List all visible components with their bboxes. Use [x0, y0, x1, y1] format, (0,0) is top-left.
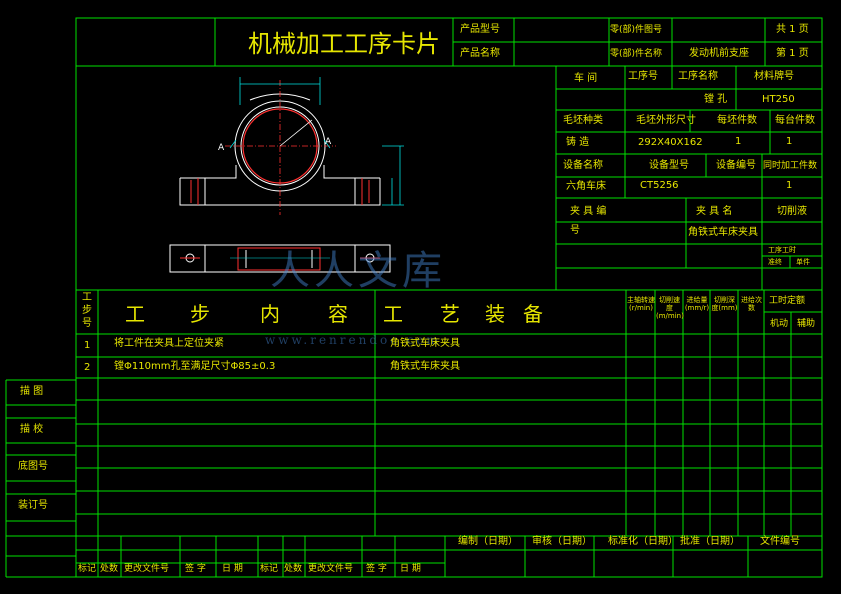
footer-date-1: 日 期: [222, 564, 243, 574]
equip-label-1: 工: [383, 302, 403, 326]
equip-label-3: 装: [485, 302, 505, 326]
time-aux-label: 辅助: [797, 319, 816, 329]
equip-no-label: 设备编号: [716, 160, 756, 171]
equip-name-value: 六角车床: [566, 181, 606, 192]
material-label: 材料牌号: [754, 71, 794, 82]
side-label-trace: 描 图: [20, 386, 44, 397]
per-blank-value: 1: [735, 136, 742, 147]
side-label-check: 描 校: [20, 424, 44, 435]
footer-change-doc-2: 更改文件号: [308, 564, 354, 574]
fixture-name-label: 夹 具 名: [696, 206, 733, 217]
section-label-a-left: A: [218, 143, 225, 153]
total-pages: 共 1 页: [776, 24, 809, 35]
footer-design: 编制（日期）: [458, 536, 518, 547]
equip-name-label: 设备名称: [563, 160, 603, 171]
blank-size-label: 毛坯外形尺寸: [636, 115, 696, 126]
equip-label-2: 艺: [440, 302, 460, 326]
footer-mark-2: 标记: [260, 564, 279, 574]
per-blank-label: 每坯件数: [717, 115, 757, 126]
passes-label: 进给次数: [741, 296, 762, 313]
feed-label: 进给量(mm/r): [684, 296, 710, 313]
footer-doc-no: 文件编号: [760, 536, 800, 547]
equip-model-label: 设备型号: [649, 160, 689, 171]
side-label-binding-no: 装订号: [18, 500, 48, 511]
per-unit-label: 每台件数: [775, 115, 815, 126]
time-machine-label: 机动: [770, 319, 789, 329]
footer-change-doc-1: 更改文件号: [124, 564, 170, 574]
step-2-equip: 角铁式车床夹具: [390, 361, 460, 372]
watermark-logo: 人人文库: [270, 248, 446, 294]
part-name-label: 零(部)件名称: [610, 49, 663, 59]
section-label-a-right: A: [325, 137, 332, 147]
footer-count-2: 处数: [284, 564, 303, 574]
material-value: HT250: [762, 94, 795, 105]
step-2-no: 2: [84, 362, 91, 373]
per-unit-value: 1: [786, 136, 793, 147]
side-label-base-no: 底图号: [18, 461, 48, 472]
footer-sign-2: 签 字: [366, 564, 387, 574]
product-name-label: 产品名称: [460, 48, 500, 59]
content-label-1: 工: [125, 302, 145, 326]
simul-value: 1: [786, 180, 793, 191]
depth-label: 切削深度(mm): [711, 296, 738, 313]
footer-approve: 批准（日期）: [680, 536, 740, 547]
workshop-label: 车 间: [574, 73, 598, 84]
op-name-label: 工序名称: [678, 71, 718, 82]
spindle-label: 主轴转速(r/min): [627, 296, 655, 313]
footer-review: 审核（日期）: [532, 536, 592, 547]
dimension-lines: [225, 77, 404, 215]
step-2-content: 镗Φ110mm孔至满足尺寸Φ85±0.3: [114, 361, 276, 372]
simul-label: 同时加工件数: [763, 161, 818, 171]
op-time-unit: 单件: [796, 258, 810, 266]
content-label-2: 步: [190, 302, 210, 326]
blank-type-label: 毛坯种类: [563, 115, 603, 126]
blank-type-value: 铸 造: [566, 137, 590, 148]
op-no-label: 工序号: [628, 71, 658, 82]
equip-label-4: 备: [523, 302, 543, 326]
op-time-prep: 准终: [768, 258, 782, 266]
footer-date-2: 日 期: [400, 564, 421, 574]
time-quota-label: 工时定额: [769, 296, 806, 306]
step-1-equip: 角铁式车床夹具: [390, 338, 460, 349]
step-1-content: 将工件在夹具上定位夹紧: [114, 338, 224, 349]
part-no-label: 零(部)件图号: [610, 25, 663, 35]
footer-sign-1: 签 字: [185, 564, 206, 574]
content-label-4: 容: [328, 302, 348, 326]
footer-count-1: 处数: [100, 564, 119, 574]
op-time-label: 工序工时: [768, 246, 796, 254]
fixture-no-label: 夹 具 编: [570, 206, 607, 217]
fixture-no-label-2: 号: [570, 225, 580, 236]
cutting-speed-label: 切削速度(m/min): [656, 296, 684, 321]
step-no-label: 工步号: [82, 292, 92, 329]
footer-mark-1: 标记: [78, 564, 97, 574]
product-model-label: 产品型号: [460, 24, 500, 35]
equip-model-value: CT5256: [640, 180, 679, 191]
step-1-no: 1: [84, 340, 91, 351]
page-number: 第 1 页: [776, 48, 809, 59]
coolant-label: 切削液: [777, 206, 807, 217]
blank-size-value: 292X40X162: [638, 137, 703, 148]
fixture-name-value: 角铁式车床夹具: [688, 227, 758, 238]
card-title: 机械加工工序卡片: [248, 30, 440, 58]
op-name-value: 镗 孔: [704, 94, 728, 105]
footer-standard: 标准化（日期）: [608, 536, 678, 547]
part-name-value: 发动机前支座: [689, 48, 749, 59]
content-label-3: 内: [260, 302, 280, 326]
